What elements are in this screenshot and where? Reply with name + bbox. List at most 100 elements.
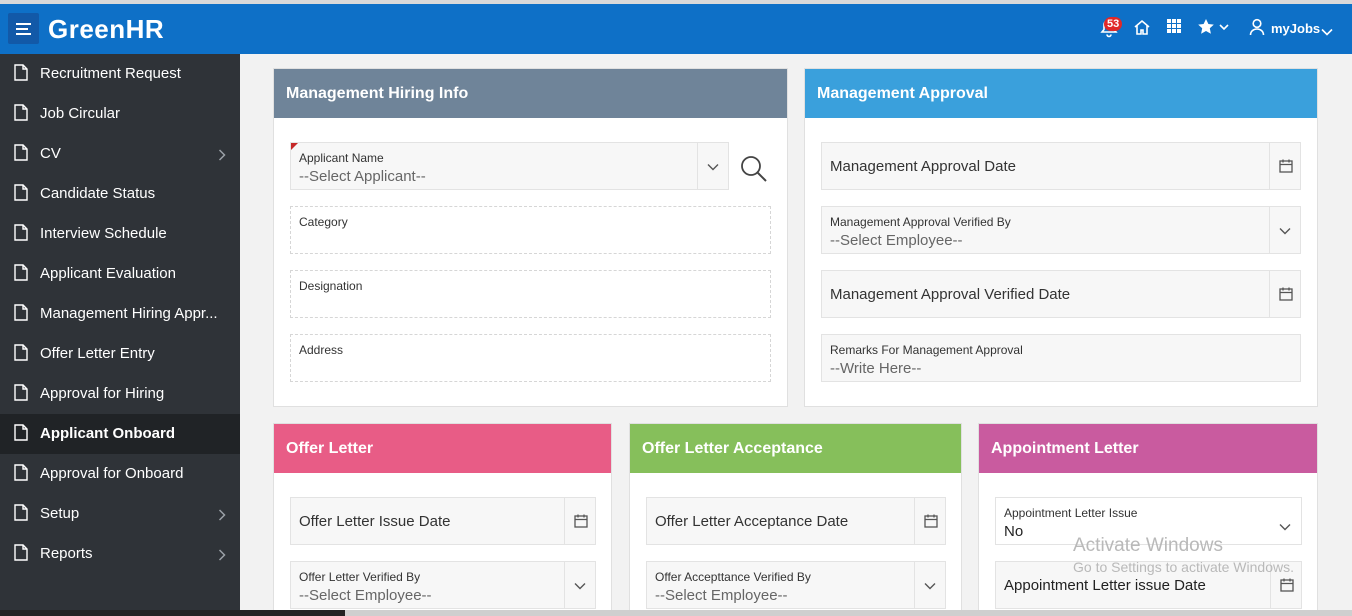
sidebar-item-label: Job Circular: [40, 105, 121, 122]
applicant-name-label: Applicant Name: [299, 151, 384, 165]
sidebar-item-label: Applicant Onboard: [40, 425, 175, 442]
offer-letter-issue-date-placeholder: Offer Letter Issue Date: [299, 513, 451, 530]
offer-letter-issue-date-field[interactable]: Offer Letter Issue Date: [290, 497, 596, 545]
chevron-down-icon: [707, 164, 719, 171]
offer-letter-title: Offer Letter: [274, 424, 611, 473]
document-icon: [14, 264, 28, 286]
activate-windows-watermark: Activate Windows: [1073, 535, 1223, 556]
sidebar-item-label: Offer Letter Entry: [40, 345, 155, 362]
horizontal-scrollbar[interactable]: [0, 610, 1352, 616]
sidebar-item-job-circular[interactable]: Job Circular: [0, 94, 240, 134]
appointment-issue-label: Appointment Letter Issue: [1004, 506, 1138, 520]
sidebar-item-label: Reports: [40, 545, 93, 562]
chevron-right-icon: [218, 548, 226, 566]
applicant-name-select[interactable]: Applicant Name --Select Applicant--: [290, 142, 729, 190]
sidebar-item-label: CV: [40, 145, 61, 162]
document-icon: [14, 344, 28, 366]
appointment-letter-title: Appointment Letter: [979, 424, 1317, 473]
offer-acceptance-date-field[interactable]: Offer Letter Acceptance Date: [646, 497, 946, 545]
approval-verified-date-placeholder: Management Approval Verified Date: [830, 286, 1071, 303]
sidebar-item-cv[interactable]: CV: [0, 134, 240, 174]
sidebar-item-approval-for-hiring[interactable]: Approval for Hiring: [0, 374, 240, 414]
sidebar-item-label: Applicant Evaluation: [40, 265, 176, 282]
approval-remarks-placeholder: --Write Here--: [830, 360, 922, 377]
calendar-icon[interactable]: [1269, 143, 1300, 189]
offer-acceptance-panel: Offer Letter Acceptance Offer Letter Acc…: [629, 423, 962, 616]
document-icon: [14, 384, 28, 406]
sidebar-item-applicant-onboard[interactable]: Applicant Onboard: [0, 414, 240, 454]
sidebar-item-management-hiring-appr[interactable]: Management Hiring Appr...: [0, 294, 240, 334]
sidebar-item-label: Approval for Hiring: [40, 385, 165, 402]
approval-date-field[interactable]: Management Approval Date: [821, 142, 1301, 190]
appointment-issue-date-placeholder: Appointment Letter issue Date: [1004, 577, 1206, 594]
chevron-down-icon[interactable]: [564, 562, 595, 608]
approval-verified-by-label: Management Approval Verified By: [830, 215, 1011, 229]
approval-date-placeholder: Management Approval Date: [830, 158, 1016, 175]
sidebar: Recruitment Request Job Circular CV Candida…: [0, 54, 240, 616]
sidebar-item-reports[interactable]: Reports: [0, 534, 240, 574]
approval-remarks-label: Remarks For Management Approval: [830, 343, 1023, 357]
address-field[interactable]: Address: [290, 334, 771, 382]
sidebar-item-interview-schedule[interactable]: Interview Schedule: [0, 214, 240, 254]
chevron-down-icon[interactable]: [1279, 518, 1291, 536]
offer-acceptance-verified-by-value: --Select Employee--: [655, 587, 788, 604]
designation-label: Designation: [299, 279, 363, 293]
management-approval-title: Management Approval: [805, 69, 1317, 118]
designation-field[interactable]: Designation: [290, 270, 771, 318]
appointment-issue-value: No: [1004, 523, 1024, 540]
document-icon: [14, 424, 28, 446]
menu-toggle-button[interactable]: [8, 13, 39, 44]
offer-letter-verified-by-select[interactable]: Offer Letter Verified By --Select Employ…: [290, 561, 596, 609]
sidebar-item-label: Recruitment Request: [40, 65, 181, 82]
calendar-icon[interactable]: [914, 498, 945, 544]
offer-letter-verified-by-label: Offer Letter Verified By: [299, 570, 421, 584]
sidebar-item-applicant-evaluation[interactable]: Applicant Evaluation: [0, 254, 240, 294]
document-icon: [14, 504, 28, 526]
appointment-letter-panel: Appointment Letter Appointment Letter Is…: [978, 423, 1318, 616]
sidebar-item-candidate-status[interactable]: Candidate Status: [0, 174, 240, 214]
approval-remarks-field[interactable]: Remarks For Management Approval --Write …: [821, 334, 1301, 382]
document-icon: [14, 464, 28, 486]
offer-acceptance-verified-by-select[interactable]: Offer Accepttance Verified By --Select E…: [646, 561, 946, 609]
calendar-icon[interactable]: [564, 498, 595, 544]
chevron-down-icon[interactable]: [1269, 207, 1300, 253]
document-icon: [14, 224, 28, 246]
search-icon[interactable]: [740, 155, 768, 188]
document-icon: [14, 184, 28, 206]
calendar-icon[interactable]: [1269, 271, 1300, 317]
hiring-info-panel: Management Hiring Info Applicant Name --…: [273, 68, 788, 407]
hiring-info-title: Management Hiring Info: [274, 69, 787, 118]
user-icon[interactable]: [1249, 18, 1265, 41]
category-field[interactable]: Category: [290, 206, 771, 254]
sidebar-item-label: Approval for Onboard: [40, 465, 184, 482]
sidebar-item-label: Setup: [40, 505, 80, 522]
apps-grid-icon[interactable]: [1166, 18, 1182, 39]
chevron-right-icon: [218, 508, 226, 526]
category-label: Category: [299, 215, 348, 229]
address-label: Address: [299, 343, 344, 357]
approval-verified-by-select[interactable]: Management Approval Verified By --Select…: [821, 206, 1301, 254]
favorites-star-icon[interactable]: [1197, 18, 1233, 41]
scrollbar-thumb[interactable]: [0, 610, 345, 616]
document-icon: [14, 304, 28, 326]
chevron-down-icon[interactable]: [1321, 23, 1333, 41]
offer-letter-verified-by-value: --Select Employee--: [299, 587, 432, 604]
offer-acceptance-verified-by-label: Offer Accepttance Verified By: [655, 570, 811, 584]
main-content: Management Hiring Info Applicant Name --…: [240, 54, 1352, 616]
sidebar-item-approval-for-onboard[interactable]: Approval for Onboard: [0, 454, 240, 494]
chevron-down-icon[interactable]: [914, 562, 945, 608]
chevron-right-icon: [218, 148, 226, 166]
approval-verified-date-field[interactable]: Management Approval Verified Date: [821, 270, 1301, 318]
home-icon[interactable]: [1133, 18, 1151, 41]
user-menu-label[interactable]: myJobs: [1271, 21, 1320, 36]
activate-windows-hint: Go to Settings to activate Windows.: [1073, 559, 1294, 575]
app-title: GreenHR: [48, 14, 165, 44]
offer-acceptance-date-placeholder: Offer Letter Acceptance Date: [655, 513, 849, 530]
required-marker: [291, 143, 298, 150]
sidebar-item-label: Management Hiring Appr...: [40, 305, 218, 322]
sidebar-item-recruitment-request[interactable]: Recruitment Request: [0, 54, 240, 94]
top-navbar: GreenHR 53 myJobs: [0, 4, 1352, 54]
sidebar-item-offer-letter-entry[interactable]: Offer Letter Entry: [0, 334, 240, 374]
sidebar-item-setup[interactable]: Setup: [0, 494, 240, 534]
applicant-dropdown-toggle[interactable]: [697, 143, 728, 189]
